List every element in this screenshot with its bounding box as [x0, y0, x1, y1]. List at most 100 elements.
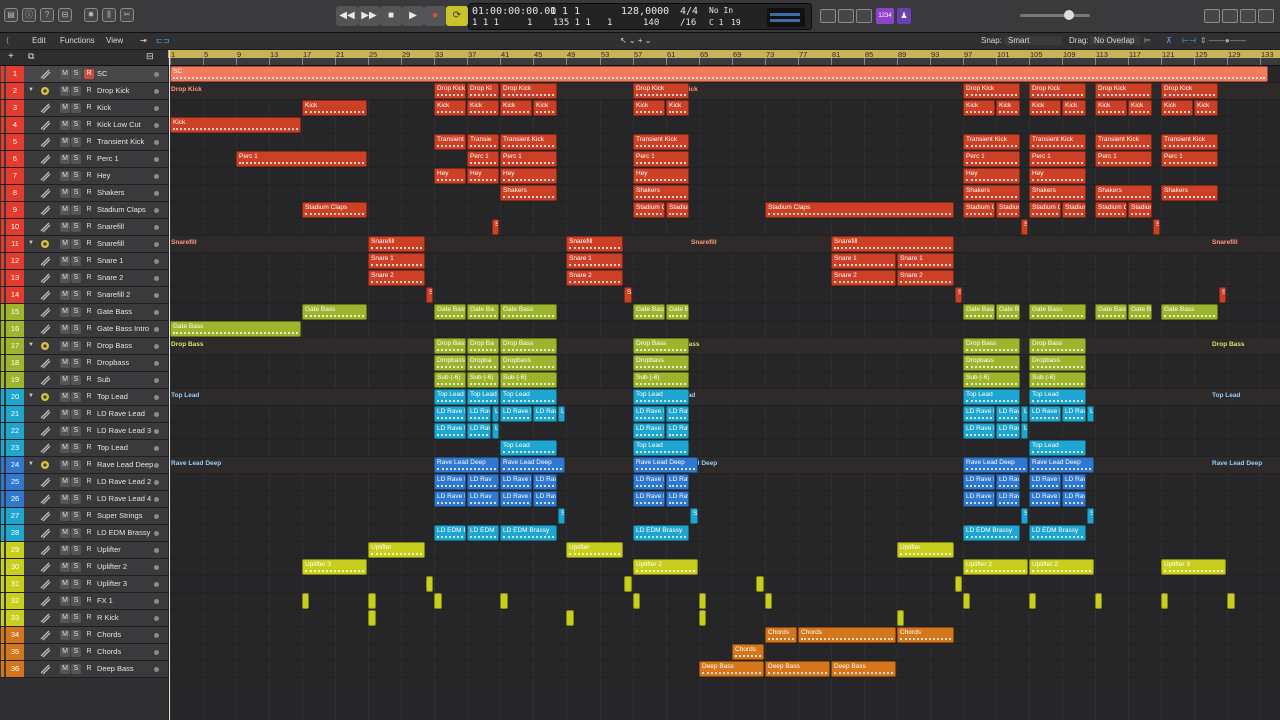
region[interactable]: Snare 2 — [897, 270, 954, 286]
region[interactable]: Kick — [996, 100, 1020, 116]
region[interactable]: Gate Bass — [1029, 304, 1086, 320]
track-name[interactable]: Uplifter 3 — [97, 576, 127, 592]
master-volume-slider[interactable] — [1020, 10, 1090, 20]
region[interactable]: Perc 1 — [1161, 151, 1218, 167]
track-lane[interactable] — [168, 423, 1280, 440]
region[interactable]: Deep Bass — [831, 661, 896, 677]
track-name[interactable]: Snare 1 — [97, 253, 123, 269]
track-header[interactable]: 6 M S R Perc 1 — [0, 151, 168, 168]
mute-button[interactable]: M — [60, 205, 70, 215]
track-name[interactable]: Drop Kick — [97, 83, 130, 99]
region[interactable]: Gate Bass — [500, 304, 557, 320]
functions-menu[interactable]: Functions — [60, 36, 95, 45]
region[interactable]: Shakers — [1161, 185, 1218, 201]
track-lane[interactable] — [168, 508, 1280, 525]
region[interactable]: S — [426, 287, 433, 303]
track-header[interactable]: 30 M S R Uplifter 2 — [0, 559, 168, 576]
region[interactable]: Supe — [1087, 508, 1094, 524]
region[interactable]: Drop Ki — [467, 83, 499, 99]
track-lane[interactable] — [168, 593, 1280, 610]
track-header[interactable]: 10 M S R Snarefill — [0, 219, 168, 236]
info-icon[interactable]: ⓘ — [22, 8, 36, 22]
region[interactable] — [955, 576, 962, 592]
track-lane[interactable] — [168, 253, 1280, 270]
editors-icon[interactable]: ✂ — [120, 8, 134, 22]
region[interactable]: LD Rave Le — [633, 491, 665, 507]
region[interactable]: Uplifter 2 — [963, 559, 1028, 575]
region[interactable]: L — [558, 406, 565, 422]
region[interactable] — [1095, 593, 1102, 609]
track-lane[interactable] — [168, 117, 1280, 134]
track-lane[interactable] — [168, 440, 1280, 457]
region[interactable]: Uplifter — [566, 542, 623, 558]
record-enable-button[interactable]: R — [84, 460, 94, 470]
region[interactable]: Kick — [434, 100, 466, 116]
solo-button[interactable]: S — [71, 290, 81, 300]
track-header[interactable]: 3 M S R Kick — [0, 100, 168, 117]
mixer-icon[interactable]: ⫼ — [102, 8, 116, 22]
record-enable-button[interactable]: R — [84, 154, 94, 164]
help-icon[interactable]: ? — [40, 8, 54, 22]
track-header[interactable]: 36 M S R Deep Bass — [0, 661, 168, 678]
track-lane[interactable] — [168, 270, 1280, 287]
track-lane[interactable] — [168, 610, 1280, 627]
region[interactable]: Dropbass — [500, 355, 557, 371]
region[interactable]: LD Rave — [467, 406, 491, 422]
region[interactable]: LD Rave Lea — [500, 406, 532, 422]
region[interactable]: LD Rave Le — [1029, 474, 1061, 490]
region[interactable] — [1161, 593, 1168, 609]
track-name[interactable]: LD Rave Lead — [97, 406, 145, 422]
edit-menu[interactable]: Edit — [32, 36, 46, 45]
add-track-icon[interactable]: + — [8, 51, 14, 62]
region[interactable]: LD Rave — [533, 406, 557, 422]
mute-button[interactable]: M — [60, 86, 70, 96]
stop-button[interactable]: ■ — [380, 6, 402, 26]
count-in-badge[interactable]: 1234 — [876, 8, 894, 24]
region[interactable]: LD Rave Le — [633, 474, 665, 490]
region[interactable]: Kick — [666, 100, 689, 116]
region[interactable]: Drop Bass — [633, 338, 689, 354]
region[interactable]: LD Rave — [467, 423, 491, 439]
region[interactable]: Drop Kick — [500, 83, 557, 99]
track-name[interactable]: Transient Kick — [97, 134, 144, 150]
region[interactable]: Stadium — [666, 202, 689, 218]
record-enable-button[interactable]: R — [84, 426, 94, 436]
region[interactable]: Stadium — [1062, 202, 1086, 218]
track-name[interactable]: Top Lead — [97, 389, 128, 405]
region[interactable]: Top Lead — [1029, 389, 1086, 405]
region[interactable]: LD Rave Lea — [434, 491, 466, 507]
track-name[interactable]: Snare 2 — [97, 270, 123, 286]
region[interactable]: Gate Bass — [1095, 304, 1127, 320]
track-lane[interactable] — [168, 372, 1280, 389]
region[interactable]: LD Rav — [533, 474, 557, 490]
library-icon[interactable]: ▤ — [4, 8, 18, 22]
record-enable-button[interactable]: R — [84, 443, 94, 453]
region[interactable]: Uplifter 2 — [633, 559, 698, 575]
track-header[interactable]: 33 M S R R Kick — [0, 610, 168, 627]
region[interactable]: Shakers — [633, 185, 689, 201]
track-lane[interactable] — [168, 168, 1280, 185]
region[interactable]: Transient Kick — [1161, 134, 1218, 150]
track-name[interactable]: Gate Bass — [97, 304, 132, 320]
region[interactable]: Kick — [533, 100, 557, 116]
region[interactable]: LD EDM Brassy — [633, 525, 689, 541]
disclosure-icon[interactable]: ▼ — [28, 461, 34, 467]
region[interactable]: Stadium Claps — [765, 202, 954, 218]
record-enable-button[interactable]: R — [84, 86, 94, 96]
region[interactable]: Sub (-6) — [963, 372, 1020, 388]
region[interactable]: Deep Bass — [699, 661, 764, 677]
record-enable-button[interactable]: R — [84, 511, 94, 521]
region[interactable]: Hey — [467, 168, 499, 184]
region[interactable]: LD Rav — [467, 474, 499, 490]
region[interactable]: Kick — [1161, 100, 1193, 116]
bar-ruler[interactable]: 1 5 9 13 17 21 25 29 33 37 41 45 49 53 57 61 65 69 73 77 81 8… — [168, 50, 1280, 66]
solo-button[interactable]: S — [71, 69, 81, 79]
track-name[interactable]: Perc 1 — [97, 151, 119, 167]
mute-button[interactable]: M — [60, 375, 70, 385]
region[interactable]: LD Rave Lea — [434, 406, 466, 422]
region[interactable]: Gate Bass — [170, 321, 301, 337]
record-enable-button[interactable]: R — [84, 545, 94, 555]
track-header[interactable]: 23 M S R Top Lead — [0, 440, 168, 457]
region[interactable]: Dropbass — [963, 355, 1020, 371]
region[interactable]: Snarefill — [368, 236, 425, 252]
